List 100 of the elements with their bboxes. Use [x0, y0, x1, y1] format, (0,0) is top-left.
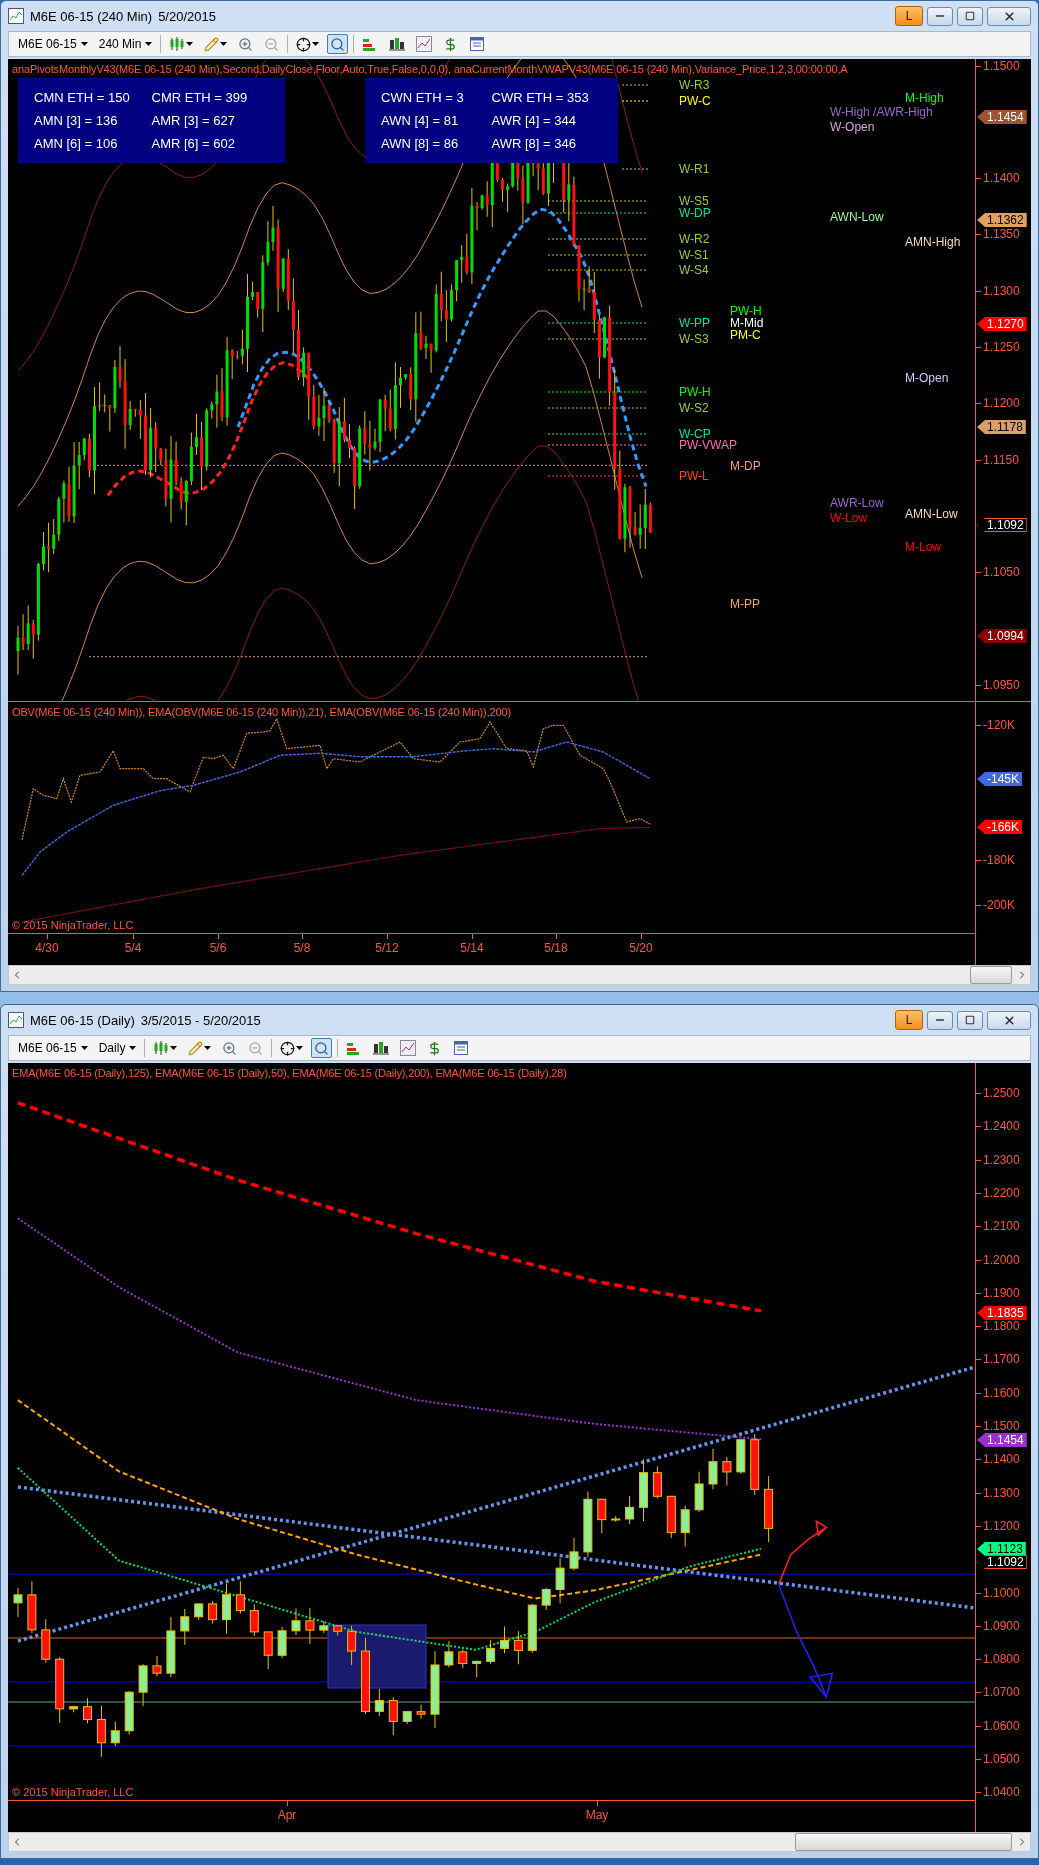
zoom-out-icon: [248, 1040, 264, 1056]
minimize-button[interactable]: [927, 1010, 953, 1030]
level-label: AWR-Low: [830, 497, 884, 510]
line-chart-icon: [416, 36, 433, 52]
toolbar-tool[interactable]: [311, 1038, 333, 1058]
axis-label: 1.1700: [976, 1352, 1020, 1366]
candlestick: [69, 1705, 79, 1713]
interval-dropdown[interactable]: 240 Min: [95, 35, 156, 53]
close-button[interactable]: [987, 1010, 1031, 1030]
level-label: W-R2: [679, 233, 710, 246]
level-label: AMN-High: [905, 236, 961, 249]
axis-label: 1.1300: [976, 1486, 1020, 1500]
pencil-icon: [204, 36, 220, 52]
candlestick: [41, 1618, 51, 1664]
toolbar-tool[interactable]: [327, 34, 349, 54]
instrument-dropdown[interactable]: M6E 06-15: [15, 35, 91, 53]
candlestick: [416, 1704, 426, 1720]
date-range: 3/5/2015 - 5/20/2015: [140, 1012, 261, 1028]
axis-label: 1.1900: [976, 1286, 1020, 1300]
time-axis-label: 5/14: [460, 941, 484, 956]
caret-icon: [170, 1046, 178, 1050]
pencil-icon: [188, 1040, 204, 1056]
axis-label: -180K: [976, 853, 1016, 867]
axis-label: 1.0500: [976, 1752, 1020, 1766]
indicator-label: OBV(M6E 06-15 (240 Min)), EMA(OBV(M6E 06-15 (240 Min)),21), EMA(OBV(M6E 06-15 (240 Min)),200): [12, 706, 511, 718]
price-marker: 1.1270: [977, 317, 1027, 331]
axis-label: 1.0800: [976, 1652, 1020, 1666]
candlestick: [639, 1458, 648, 1522]
scrollbar[interactable]: [8, 965, 1031, 985]
maximize-button[interactable]: [957, 6, 983, 26]
axis-label: 1.1150: [976, 453, 1019, 467]
candlestick: [152, 1655, 162, 1677]
level-label: W-S4: [679, 264, 709, 277]
price-marker: 1.1835: [977, 1306, 1027, 1320]
candlestick-icon: [153, 1040, 170, 1056]
candlestick: [222, 1583, 231, 1635]
maximize-button[interactable]: [957, 1010, 983, 1030]
scroll-thumb[interactable]: [795, 1833, 1012, 1851]
level-label: W-Low: [830, 512, 868, 525]
link-button[interactable]: L: [895, 1010, 923, 1030]
minimize-button[interactable]: [927, 6, 953, 26]
scrollbar[interactable]: [8, 1832, 1031, 1852]
candlestick: [347, 1625, 357, 1666]
level-label: PW-H: [679, 386, 711, 399]
axis-label: 1.1800: [976, 1319, 1020, 1333]
scroll-thumb[interactable]: [970, 966, 1012, 984]
maximize-icon: [965, 11, 975, 21]
axis-label: 1.2200: [976, 1186, 1020, 1200]
candlestick: [138, 1663, 148, 1707]
interval-dropdown[interactable]: Daily: [95, 1039, 140, 1057]
stat-text: AMR [6] = 602: [151, 136, 235, 151]
axis-label: 1.1000: [976, 1586, 1020, 1600]
chart-icon: [8, 1012, 24, 1028]
stat-text: CMR ETH = 399: [151, 90, 248, 105]
search-icon: [330, 36, 346, 52]
caret-icon: [186, 42, 194, 46]
candlestick: [541, 1587, 551, 1611]
close-button[interactable]: [987, 6, 1031, 26]
search-icon: [314, 1040, 330, 1056]
axis-label: 1.1200: [976, 1519, 1020, 1533]
candlestick: [27, 1580, 37, 1634]
level-label: PM-C: [730, 329, 761, 342]
bar-chart-icon: [389, 36, 406, 52]
link-button[interactable]: L: [895, 6, 923, 26]
axis-label: -120K: [976, 718, 1016, 732]
level-label: PW-C: [679, 95, 711, 108]
close-icon: [1002, 9, 1016, 23]
level-label: W-S2: [679, 402, 709, 415]
window-title: M6E 06-15 (240 Min): [30, 8, 153, 24]
window-title: M6E 06-15 (Daily): [30, 1012, 135, 1028]
stat-text: AMR [3] = 627: [151, 113, 235, 128]
candlestick: [180, 1608, 190, 1646]
price-marker: 1.1362: [977, 213, 1027, 227]
candlestick: [708, 1448, 718, 1490]
candlestick: [319, 1620, 329, 1634]
stat-text: AWR [8] = 346: [491, 136, 576, 151]
level-label: W-High /AWR-High: [830, 106, 933, 119]
chart-icon: [8, 8, 24, 24]
price-marker: -166K: [977, 820, 1023, 834]
candlestick: [555, 1557, 565, 1604]
stat-text: AMN [3] = 136: [34, 113, 118, 128]
time-axis-label: May: [585, 1808, 609, 1823]
axis-label: 1.0400: [976, 1785, 1020, 1799]
candlestick: [625, 1495, 635, 1525]
candlestick: [83, 1697, 92, 1724]
candlestick: [249, 1603, 259, 1637]
level-label: W-S3: [679, 333, 709, 346]
candlestick-icon: [169, 36, 186, 52]
axis-label: 1.0950: [976, 678, 1020, 692]
level-line: [621, 100, 649, 102]
candlestick: [486, 1639, 496, 1665]
candlestick: [680, 1505, 690, 1547]
candlestick: [263, 1631, 273, 1670]
time-axis-label: 5/18: [544, 941, 568, 956]
zoom-out-icon: [264, 36, 280, 52]
instrument-dropdown[interactable]: M6E 06-15: [15, 1039, 91, 1057]
caret-icon: [145, 42, 153, 46]
candlestick: [597, 1498, 607, 1534]
level-label: M-High: [905, 92, 944, 105]
axis-label: 1.1350: [976, 227, 1020, 241]
